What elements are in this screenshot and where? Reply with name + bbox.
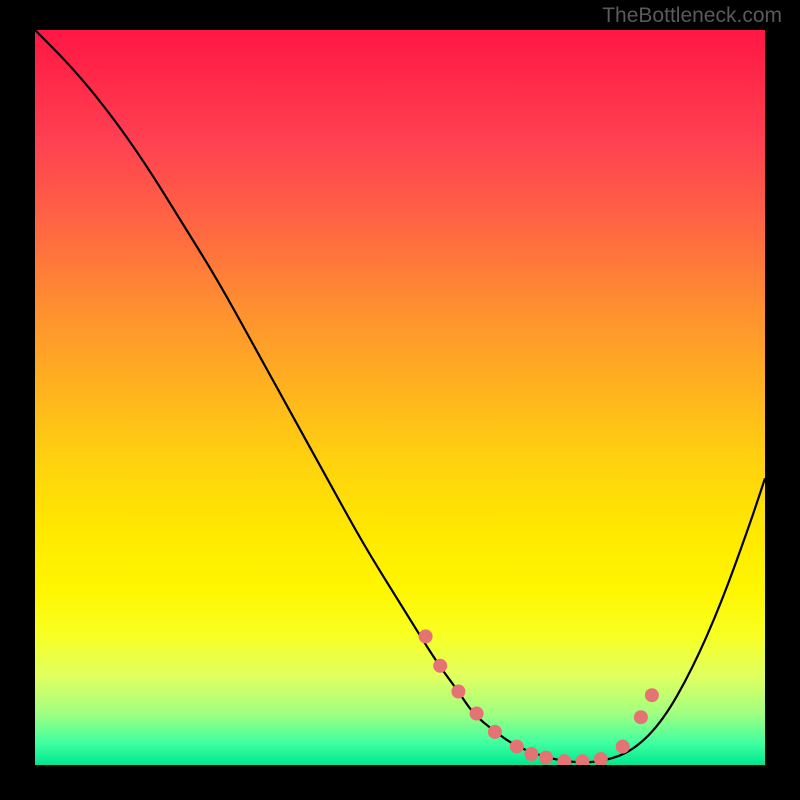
data-dot xyxy=(616,740,630,754)
data-dot xyxy=(539,751,553,765)
data-dot xyxy=(645,688,659,702)
chart-plot-area xyxy=(35,30,765,765)
bottleneck-curve xyxy=(35,30,765,762)
data-dots xyxy=(419,629,659,765)
data-dot xyxy=(594,752,608,765)
data-dot xyxy=(524,747,538,761)
chart-svg xyxy=(35,30,765,765)
data-dot xyxy=(576,754,590,765)
data-dot xyxy=(557,754,571,765)
data-dot xyxy=(488,725,502,739)
data-dot xyxy=(470,707,484,721)
data-dot xyxy=(419,629,433,643)
data-dot xyxy=(451,685,465,699)
data-dot xyxy=(634,710,648,724)
data-dot xyxy=(510,740,524,754)
watermark-text: TheBottleneck.com xyxy=(602,4,782,28)
data-dot xyxy=(433,659,447,673)
